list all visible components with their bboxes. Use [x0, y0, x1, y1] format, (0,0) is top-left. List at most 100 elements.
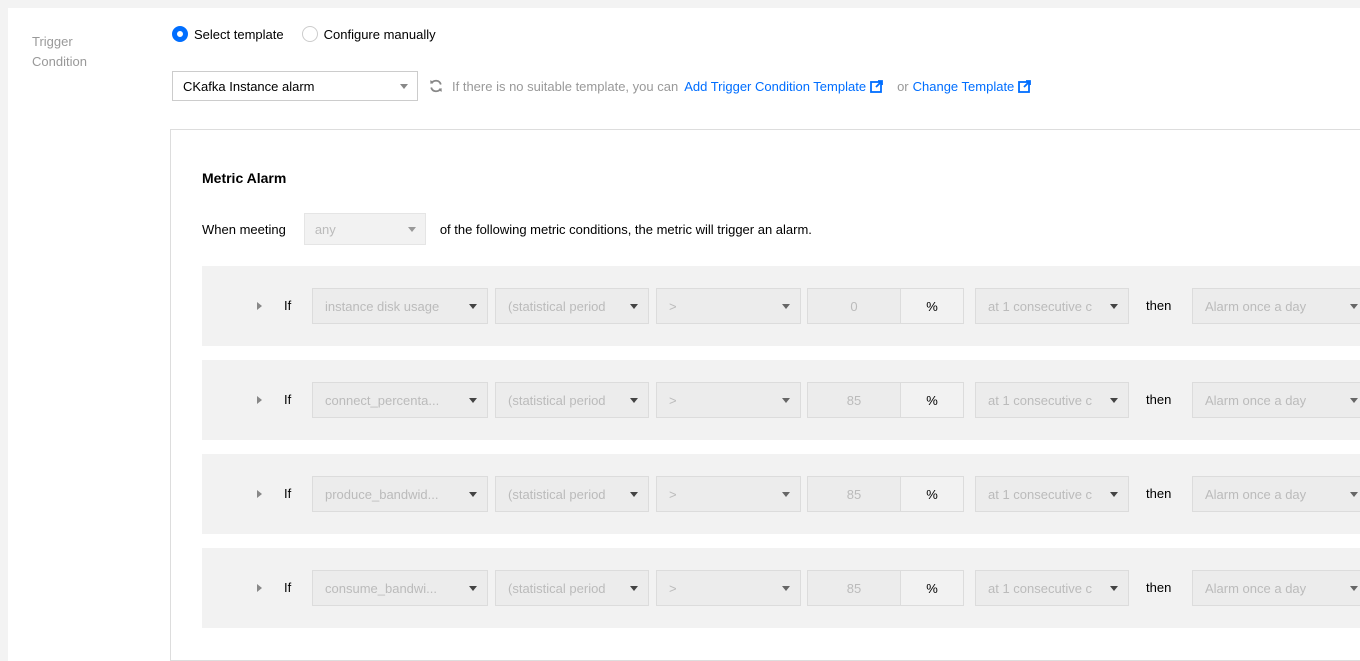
caret-down-icon [630, 586, 638, 591]
frequency-value: Alarm once a day [1205, 580, 1307, 596]
period-value: (statistical period [508, 298, 606, 314]
caret-down-icon [1110, 586, 1118, 591]
expand-triangle-icon[interactable] [257, 302, 262, 310]
trigger-condition-label: Trigger Condition [32, 34, 87, 69]
period-select: (statistical period [495, 288, 649, 324]
operator-select: > [656, 288, 801, 324]
caret-down-icon [407, 227, 416, 232]
operator-value: > [669, 580, 677, 596]
then-label: then [1146, 580, 1172, 595]
period-value: (statistical period [508, 580, 606, 596]
caret-down-icon [782, 586, 790, 591]
consecutive-select: at 1 consecutive c [975, 288, 1129, 324]
meet-condition-row: When meeting any of the following metric… [202, 213, 812, 245]
unit-label: % [900, 476, 964, 512]
caret-down-icon [469, 398, 477, 403]
caret-down-icon [630, 398, 638, 403]
metric-value: consume_bandwi... [325, 580, 438, 596]
operator-select: > [656, 382, 801, 418]
unit-label: % [900, 288, 964, 324]
frequency-value: Alarm once a day [1205, 298, 1307, 314]
caret-down-icon [630, 304, 638, 309]
radio-select-template[interactable]: Select template [172, 26, 284, 42]
radio-label: Select template [194, 26, 284, 42]
add-trigger-template-link[interactable]: Add Trigger Condition Template [684, 79, 866, 94]
if-label: If [284, 392, 292, 407]
condition-row: If connect_percenta... (statistical peri… [202, 360, 1360, 440]
period-select: (statistical period [495, 570, 649, 606]
metric-alarm-title: Metric Alarm [202, 170, 287, 186]
caret-down-icon [782, 304, 790, 309]
consecutive-select: at 1 consecutive c [975, 476, 1129, 512]
consecutive-value: at 1 consecutive c [988, 392, 1093, 408]
caret-down-icon [630, 492, 638, 497]
operator-value: > [669, 298, 677, 314]
metric-value: connect_percenta... [325, 392, 440, 408]
consecutive-value: at 1 consecutive c [988, 486, 1093, 502]
condition-row: If instance disk usage (statistical peri… [202, 266, 1360, 346]
consecutive-select: at 1 consecutive c [975, 570, 1129, 606]
caret-down-icon [1350, 586, 1358, 591]
unit-label: % [900, 382, 964, 418]
metric-value: instance disk usage [325, 298, 440, 314]
caret-down-icon [469, 304, 477, 309]
template-row: CKafka Instance alarm If there is no sui… [172, 71, 1035, 101]
trigger-condition-card: Trigger Condition Select template Config… [8, 8, 1360, 661]
threshold-input: 85 [807, 570, 901, 606]
caret-down-icon [1110, 398, 1118, 403]
frequency-value: Alarm once a day [1205, 486, 1307, 502]
meet-suffix: of the following metric conditions, the … [439, 221, 812, 237]
template-select[interactable]: CKafka Instance alarm [172, 71, 418, 101]
external-link-icon[interactable] [870, 79, 883, 93]
meet-mode-select: any [303, 213, 426, 245]
consecutive-value: at 1 consecutive c [988, 580, 1093, 596]
frequency-select: Alarm once a day [1192, 570, 1360, 606]
expand-triangle-icon[interactable] [257, 490, 262, 498]
operator-value: > [669, 486, 677, 502]
consecutive-value: at 1 consecutive c [988, 298, 1093, 314]
expand-triangle-icon[interactable] [257, 396, 262, 404]
operator-select: > [656, 476, 801, 512]
refresh-icon[interactable] [428, 78, 444, 94]
radio-label: Configure manually [323, 26, 436, 42]
caret-down-icon [469, 586, 477, 591]
period-select: (statistical period [495, 476, 649, 512]
external-link-icon[interactable] [1018, 79, 1032, 93]
caret-down-icon [400, 84, 408, 89]
radio-configure-manually[interactable]: Configure manually [301, 26, 436, 42]
if-label: If [284, 298, 292, 313]
threshold-input: 85 [807, 382, 901, 418]
operator-select: > [656, 570, 801, 606]
frequency-value: Alarm once a day [1205, 392, 1307, 408]
period-value: (statistical period [508, 486, 606, 502]
threshold-input: 0 [807, 288, 901, 324]
change-template-link[interactable]: Change Template [913, 79, 1015, 94]
caret-down-icon [1350, 492, 1358, 497]
metric-select: consume_bandwi... [312, 570, 488, 606]
metric-select: connect_percenta... [312, 382, 488, 418]
caret-down-icon [782, 398, 790, 403]
metric-value: produce_bandwid... [325, 486, 439, 502]
if-label: If [284, 486, 292, 501]
or-text: or [897, 78, 909, 94]
then-label: then [1146, 392, 1172, 407]
threshold-input: 85 [807, 476, 901, 512]
caret-down-icon [782, 492, 790, 497]
metric-select: produce_bandwid... [312, 476, 488, 512]
caret-down-icon [469, 492, 477, 497]
frequency-select: Alarm once a day [1192, 382, 1360, 418]
condition-row: If consume_bandwi... (statistical period… [202, 548, 1360, 628]
if-label: If [284, 580, 292, 595]
template-hint: If there is no suitable template, you ca… [452, 78, 679, 94]
meet-mode-value: any [314, 221, 336, 237]
radio-checked-icon [172, 26, 188, 42]
mode-radio-group: Select template Configure manually [172, 24, 454, 44]
caret-down-icon [1110, 492, 1118, 497]
then-label: then [1146, 486, 1172, 501]
expand-triangle-icon[interactable] [257, 584, 262, 592]
period-select: (statistical period [495, 382, 649, 418]
caret-down-icon [1350, 398, 1358, 403]
meet-prefix: When meeting [202, 221, 286, 237]
condition-row: If produce_bandwid... (statistical perio… [202, 454, 1360, 534]
caret-down-icon [1350, 304, 1358, 309]
